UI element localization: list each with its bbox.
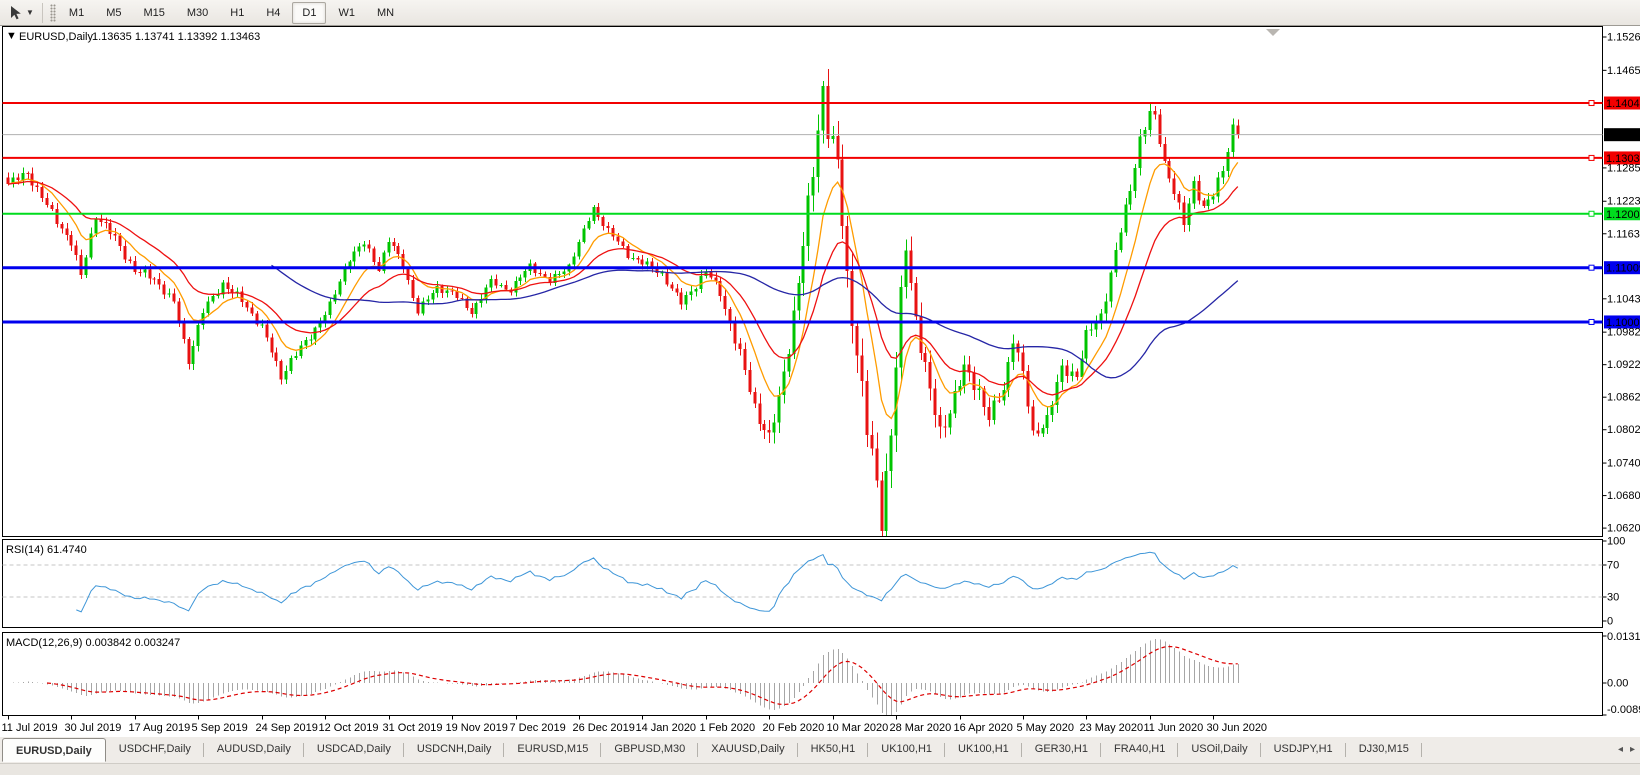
date-label: 16 Apr 2020 bbox=[954, 722, 1013, 734]
timeframe-button-m15[interactable]: M15 bbox=[133, 2, 174, 24]
date-label: 11 Jun 2020 bbox=[1144, 722, 1204, 734]
date-label: 19 Nov 2019 bbox=[446, 722, 508, 734]
symbol-collapse-icon[interactable]: ▼ bbox=[6, 30, 17, 42]
date-label: 31 Oct 2019 bbox=[383, 722, 443, 734]
date-label: 7 Dec 2019 bbox=[510, 722, 566, 734]
chart-symbol-label: EURUSD,Daily bbox=[19, 31, 93, 43]
tab-xauusd-daily[interactable]: XAUUSD,Daily bbox=[698, 737, 797, 762]
date-label: 23 May 2020 bbox=[1080, 722, 1144, 734]
hline-handle[interactable] bbox=[1589, 319, 1594, 324]
hline-price-label: 1.11009 bbox=[1606, 263, 1640, 275]
date-label: 30 Jul 2019 bbox=[65, 722, 122, 734]
timeframe-button-m5[interactable]: M5 bbox=[96, 2, 131, 24]
date-label: 11 Jul 2019 bbox=[2, 722, 58, 734]
price-tick-label: 1.15265 bbox=[1607, 32, 1640, 44]
rsi-axis-label: 0 bbox=[1607, 616, 1613, 628]
tabbar-bottom-strip bbox=[0, 763, 1640, 775]
date-label: 17 Aug 2019 bbox=[129, 722, 191, 734]
date-label: 24 Sep 2019 bbox=[256, 722, 318, 734]
tab-uk100-h1[interactable]: UK100,H1 bbox=[868, 737, 945, 762]
cursor-tool-icon bbox=[8, 5, 23, 21]
rsi-pane[interactable] bbox=[3, 540, 1603, 628]
date-label: 12 Oct 2019 bbox=[319, 722, 379, 734]
tab-uk100-h1[interactable]: UK100,H1 bbox=[945, 737, 1022, 762]
timeframe-button-m1[interactable]: M1 bbox=[59, 2, 94, 24]
price-tick-label: 1.11635 bbox=[1607, 228, 1640, 240]
tab-eurusd-m15[interactable]: EURUSD,M15 bbox=[504, 737, 601, 762]
rsi-axis-label: 70 bbox=[1607, 560, 1619, 572]
current-price-label: 1.13463 bbox=[1606, 130, 1640, 142]
tabs-scroll-left-icon[interactable]: ◂ bbox=[1618, 744, 1623, 755]
date-label: 14 Jan 2020 bbox=[636, 722, 697, 734]
tab-eurusd-daily[interactable]: EURUSD,Daily bbox=[2, 738, 106, 762]
price-tick-label: 1.08020 bbox=[1607, 424, 1640, 436]
toolbar-grip[interactable] bbox=[50, 4, 56, 22]
price-tick-label: 1.10435 bbox=[1607, 293, 1640, 305]
date-label: 26 Dec 2019 bbox=[573, 722, 635, 734]
toolbar-separator bbox=[42, 3, 43, 23]
timeframe-button-d1[interactable]: D1 bbox=[292, 2, 326, 24]
date-label: 5 May 2020 bbox=[1017, 722, 1074, 734]
tab-gbpusd-m30[interactable]: GBPUSD,M30 bbox=[601, 737, 698, 762]
macd-indicator-label: MACD(12,26,9) 0.003842 0.003247 bbox=[6, 637, 180, 649]
timeframe-button-w1[interactable]: W1 bbox=[328, 2, 365, 24]
hline-price-label: 1.14047 bbox=[1606, 98, 1640, 110]
rsi-axis-label: 30 bbox=[1607, 592, 1619, 604]
tab-dj30-m15[interactable]: DJ30,M15 bbox=[1346, 737, 1422, 762]
price-tick-label: 1.09820 bbox=[1607, 327, 1640, 339]
macd-pane[interactable] bbox=[3, 633, 1603, 716]
macd-axis-label: 0.013121 bbox=[1607, 631, 1640, 643]
tab-usdcnh-daily[interactable]: USDCNH,Daily bbox=[404, 737, 505, 762]
macd-axis-label: -0.008933 bbox=[1607, 704, 1640, 716]
tab-usdjpy-h1[interactable]: USDJPY,H1 bbox=[1261, 737, 1346, 762]
cursor-tool-button[interactable]: ▼ bbox=[4, 3, 38, 23]
rsi-axis-label: 100 bbox=[1607, 536, 1625, 548]
chart-tabs-bar: EURUSD,DailyUSDCHF,DailyAUDUSD,DailyUSDC… bbox=[0, 737, 1640, 774]
price-tick-label: 1.12850 bbox=[1607, 162, 1640, 174]
price-tick-label: 1.07405 bbox=[1607, 458, 1640, 470]
macd-axis-label: 0.00 bbox=[1607, 678, 1628, 690]
timeframe-button-m30[interactable]: M30 bbox=[177, 2, 218, 24]
tab-fra40-h1[interactable]: FRA40,H1 bbox=[1101, 737, 1178, 762]
tabs-scroll-right-icon[interactable]: ▸ bbox=[1630, 744, 1635, 755]
hline-handle[interactable] bbox=[1589, 101, 1594, 106]
chart-ohlc-label: 1.13635 1.13741 1.13392 1.13463 bbox=[92, 31, 260, 43]
price-tick-label: 1.08620 bbox=[1607, 392, 1640, 404]
date-label: 1 Feb 2020 bbox=[700, 722, 756, 734]
price-tick-label: 1.09220 bbox=[1607, 359, 1640, 371]
tab-usoil-daily[interactable]: USOil,Daily bbox=[1178, 737, 1260, 762]
tab-hk50-h1[interactable]: HK50,H1 bbox=[798, 737, 869, 762]
rsi-indicator-label: RSI(14) 61.4740 bbox=[6, 544, 87, 556]
price-tick-label: 1.06805 bbox=[1607, 490, 1640, 502]
timeframe-button-h4[interactable]: H4 bbox=[256, 2, 290, 24]
date-label: 10 Mar 2020 bbox=[827, 722, 889, 734]
hline-handle[interactable] bbox=[1589, 155, 1594, 160]
price-tick-label: 1.14650 bbox=[1607, 65, 1640, 77]
date-label: 5 Sep 2019 bbox=[192, 722, 248, 734]
hline-price-label: 1.12004 bbox=[1606, 209, 1640, 221]
price-tick-label: 1.12235 bbox=[1607, 196, 1640, 208]
timeframe-button-h1[interactable]: H1 bbox=[220, 2, 254, 24]
date-label: 28 Mar 2020 bbox=[890, 722, 952, 734]
tab-usdchf-daily[interactable]: USDCHF,Daily bbox=[106, 737, 204, 762]
tab-usdcad-daily[interactable]: USDCAD,Daily bbox=[304, 737, 404, 762]
chart-canvas[interactable]: 1.140471.130341.120041.110091.100081.134… bbox=[0, 26, 1640, 737]
date-label: 30 Jun 2020 bbox=[1207, 722, 1268, 734]
price-tick-label: 1.06205 bbox=[1607, 523, 1640, 535]
date-label: 20 Feb 2020 bbox=[763, 722, 825, 734]
top-toolbar: ▼ M1M5M15M30H1H4D1W1MN bbox=[0, 0, 1640, 26]
hline-handle[interactable] bbox=[1589, 265, 1594, 270]
cursor-tool-dropdown-icon[interactable]: ▼ bbox=[26, 8, 34, 17]
tab-ger30-h1[interactable]: GER30,H1 bbox=[1022, 737, 1101, 762]
hline-handle[interactable] bbox=[1589, 211, 1594, 216]
timeframe-button-mn[interactable]: MN bbox=[367, 2, 404, 24]
tab-audusd-daily[interactable]: AUDUSD,Daily bbox=[204, 737, 304, 762]
